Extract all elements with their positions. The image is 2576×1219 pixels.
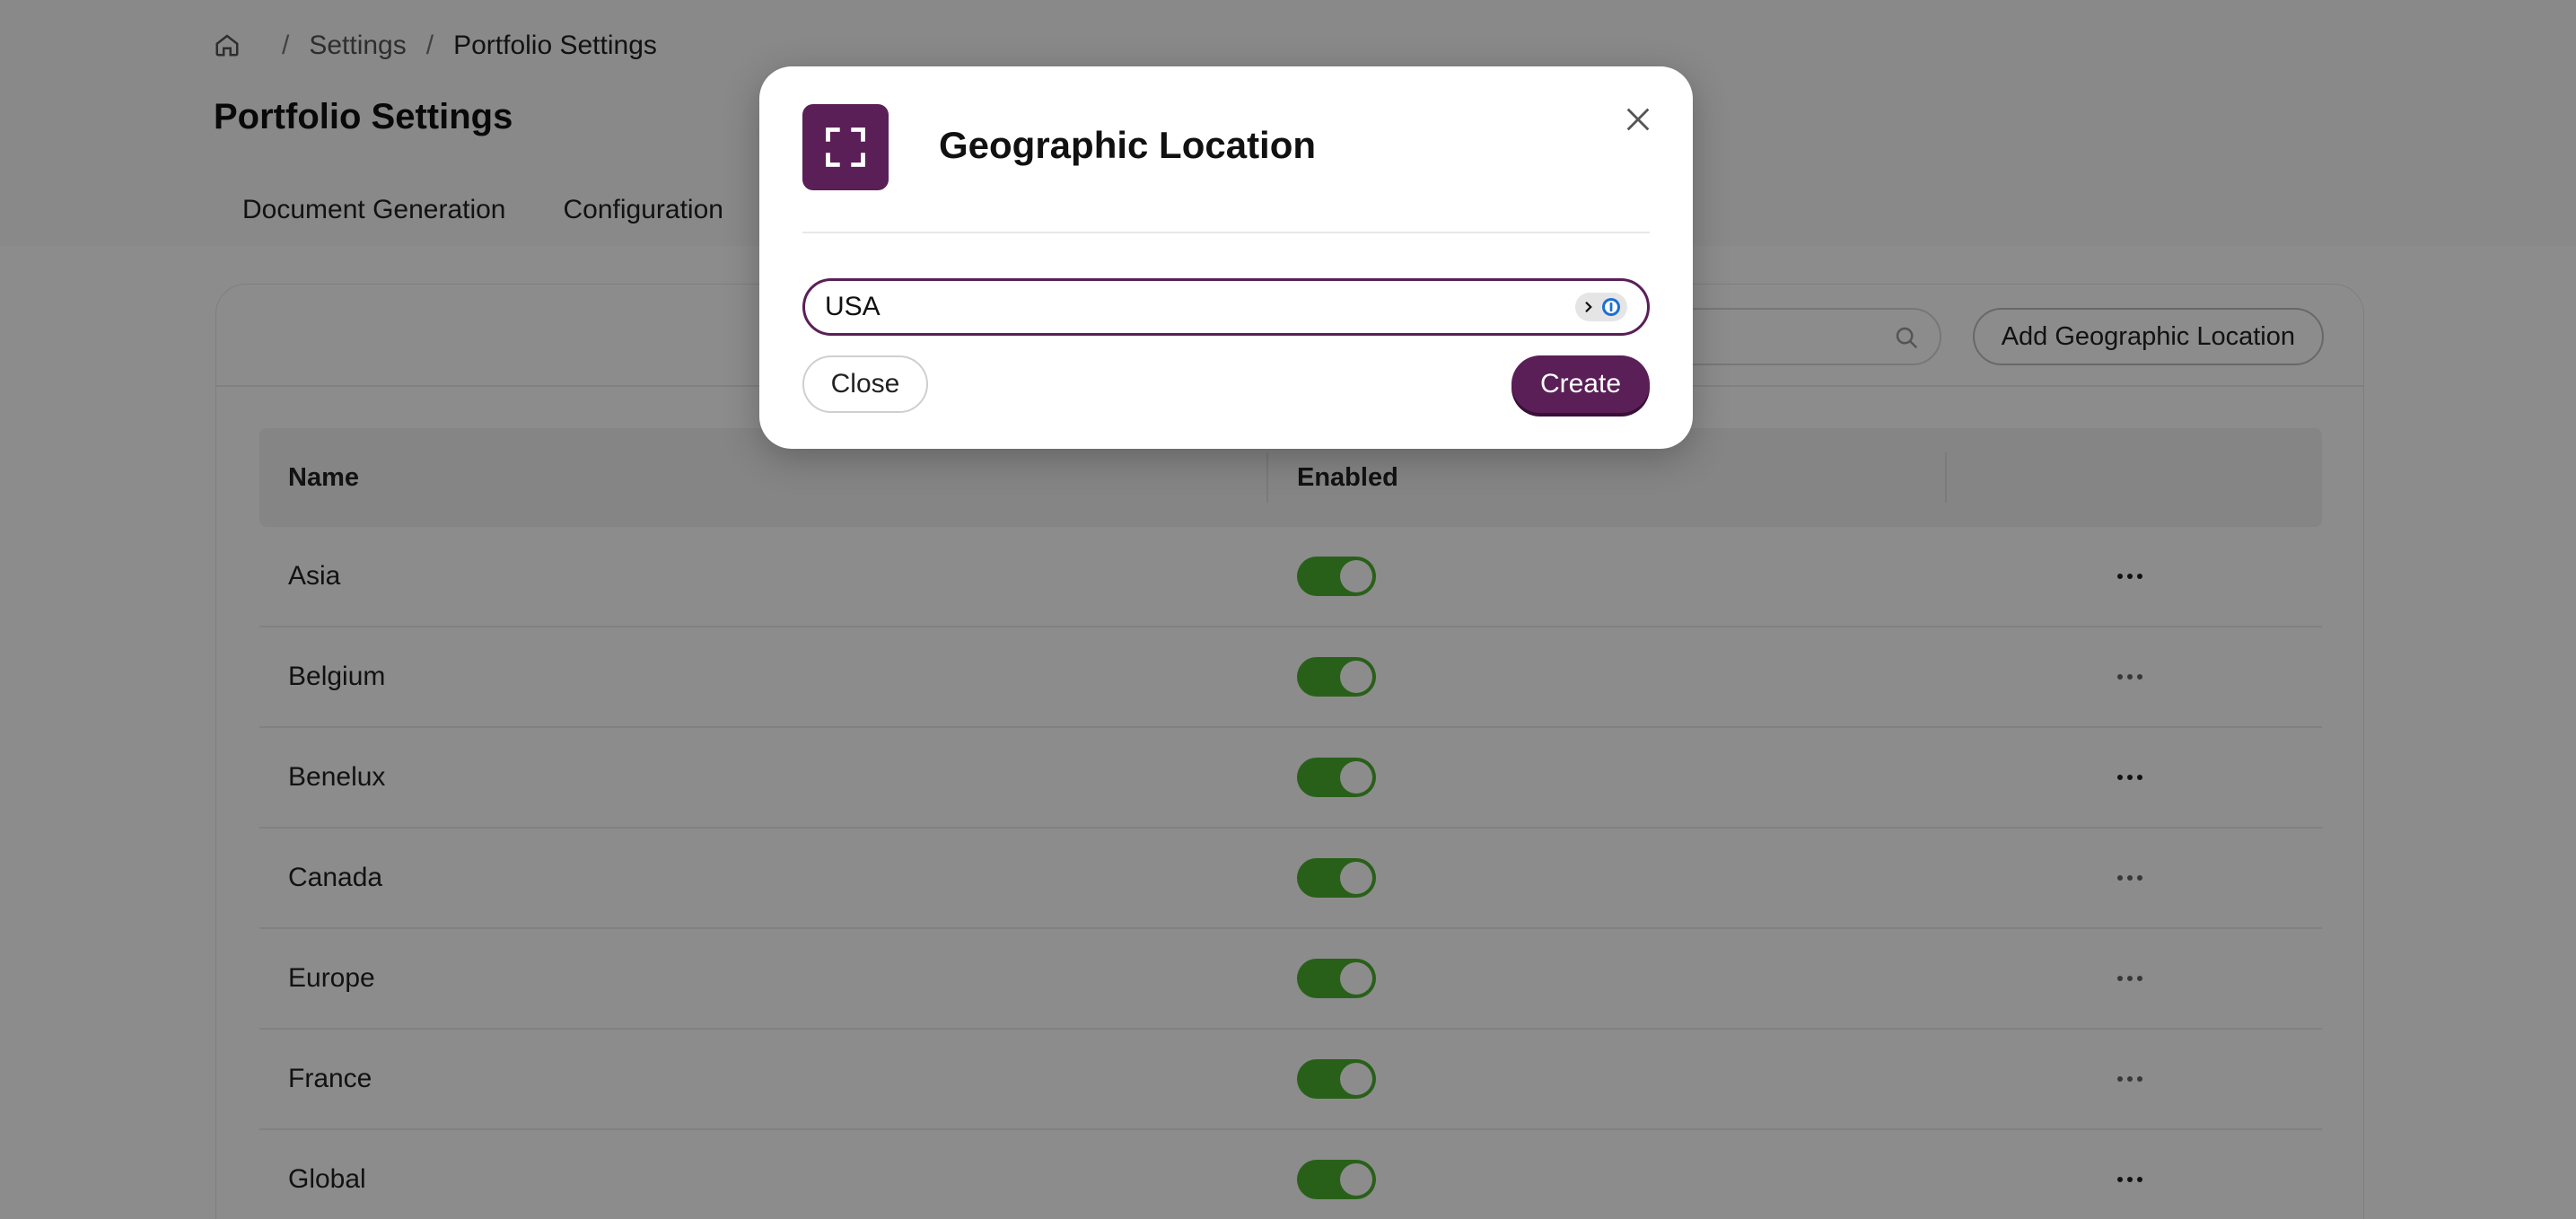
dialog-title: Geographic Location (939, 124, 1317, 166)
divider (802, 232, 1650, 233)
expand-frame-icon (802, 104, 889, 190)
location-name-field (802, 278, 1650, 336)
location-name-input[interactable] (825, 281, 1543, 333)
geographic-location-dialog: Geographic Location Close Create (759, 66, 1693, 449)
close-button[interactable]: Close (802, 355, 928, 413)
create-button[interactable]: Create (1511, 355, 1650, 413)
close-icon[interactable] (1616, 97, 1660, 142)
password-manager-icon[interactable] (1575, 293, 1627, 321)
